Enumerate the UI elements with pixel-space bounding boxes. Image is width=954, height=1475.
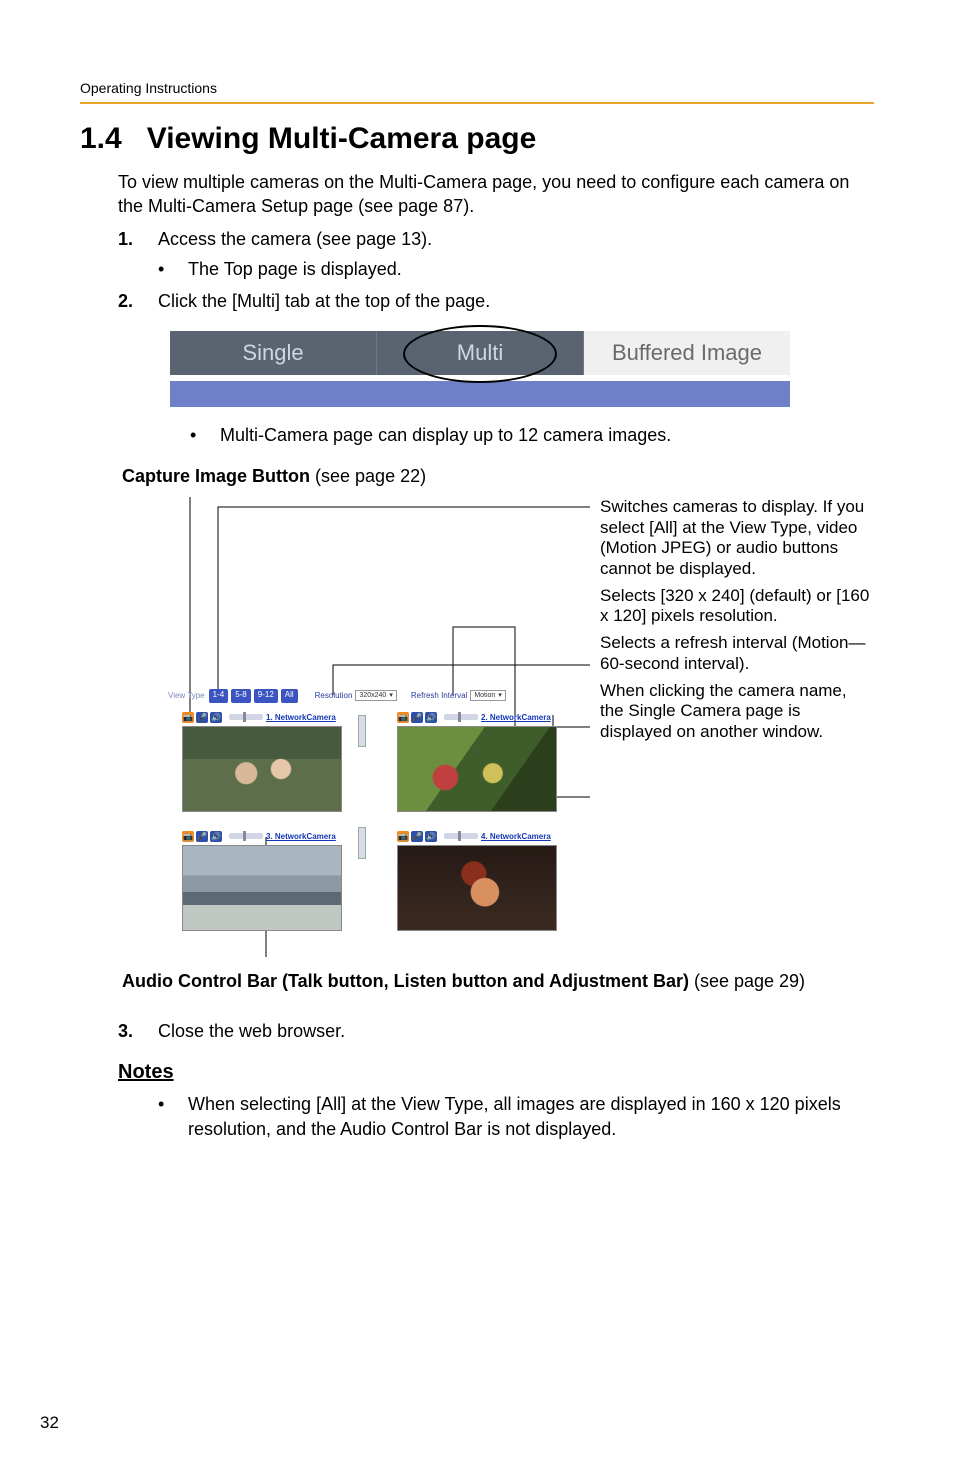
bullet-dot: • bbox=[158, 257, 188, 281]
callout-camera-name: When clicking the camera name, the Singl… bbox=[600, 681, 874, 743]
step-3-number: 3. bbox=[118, 1019, 158, 1043]
volume-slider[interactable] bbox=[229, 714, 263, 720]
capture-icon[interactable]: 📷 bbox=[182, 831, 194, 842]
capture-image-caption-bold: Capture Image Button bbox=[122, 466, 310, 486]
step-1-subtext: The Top page is displayed. bbox=[188, 257, 402, 281]
tab-single-label: Single bbox=[242, 340, 303, 366]
camera-1-thumbnail bbox=[182, 726, 342, 812]
camera-cell-4: 📷 🎤 🔊 4. NetworkCamera bbox=[397, 830, 570, 931]
callout-refresh-interval: Selects a refresh interval (Motion—60-se… bbox=[600, 633, 874, 674]
talk-icon[interactable]: 🎤 bbox=[411, 831, 423, 842]
tabs-screenshot: Single Multi Buffered Image bbox=[170, 331, 790, 407]
tabs-accent-bar bbox=[170, 381, 790, 407]
volume-slider[interactable] bbox=[444, 833, 478, 839]
resolution-label: Resolution bbox=[315, 689, 353, 703]
camera-cell-3: 📷 🎤 🔊 3. NetworkCamera bbox=[182, 830, 355, 931]
header-rule bbox=[80, 102, 874, 104]
multi-camera-figure: View Type 1-4 5-8 9-12 All Resolution 32… bbox=[158, 497, 590, 947]
step-2-bullet-text: Multi-Camera page can display up to 12 c… bbox=[220, 423, 671, 447]
note-1-text: When selecting [All] at the View Type, a… bbox=[188, 1092, 874, 1141]
camera-2-thumbnail bbox=[397, 726, 557, 812]
view-type-1-4[interactable]: 1-4 bbox=[209, 689, 229, 703]
talk-icon[interactable]: 🎤 bbox=[196, 712, 208, 723]
section-number: 1.4 bbox=[80, 122, 122, 155]
capture-icon[interactable]: 📷 bbox=[182, 712, 194, 723]
step-1-number: 1. bbox=[118, 227, 158, 251]
refresh-interval-dropdown[interactable]: Motion bbox=[470, 690, 506, 701]
step-2-number: 2. bbox=[118, 289, 158, 313]
capture-image-caption: Capture Image Button (see page 22) bbox=[122, 466, 874, 487]
resolution-dropdown[interactable]: 320x240 bbox=[355, 690, 396, 701]
multiview-controls-row: View Type 1-4 5-8 9-12 All Resolution 32… bbox=[168, 689, 580, 703]
talk-icon[interactable]: 🎤 bbox=[411, 712, 423, 723]
step-2-text: Click the [Multi] tab at the top of the … bbox=[158, 289, 874, 313]
step-3-text: Close the web browser. bbox=[158, 1019, 874, 1043]
camera-3-thumbnail bbox=[182, 845, 342, 931]
tab-multi[interactable]: Multi bbox=[376, 331, 583, 375]
section-title-text: Viewing Multi-Camera page bbox=[147, 122, 537, 155]
camera-4-link[interactable]: 4. NetworkCamera bbox=[481, 832, 551, 841]
camera-cell-2: 📷 🎤 🔊 2. NetworkCamera bbox=[397, 711, 570, 812]
notes-heading: Notes bbox=[118, 1061, 874, 1084]
page-number: 32 bbox=[40, 1413, 59, 1433]
listen-icon[interactable]: 🔊 bbox=[210, 831, 222, 842]
step-1: 1. Access the camera (see page 13). bbox=[118, 227, 874, 251]
audio-caption-bold: Audio Control Bar (Talk button, Listen b… bbox=[122, 971, 689, 991]
camera-1-link[interactable]: 1. NetworkCamera bbox=[266, 713, 336, 722]
bullet-dot: • bbox=[158, 1092, 188, 1141]
volume-slider[interactable] bbox=[444, 714, 478, 720]
tab-buffered-label: Buffered Image bbox=[612, 340, 762, 366]
running-header: Operating Instructions bbox=[80, 80, 874, 96]
callout-resolution: Selects [320 x 240] (default) or [160 x … bbox=[600, 586, 874, 627]
tab-buffered-image[interactable]: Buffered Image bbox=[583, 331, 790, 375]
refresh-interval-label: Refresh Interval bbox=[411, 689, 467, 703]
step-1-subbullet: • The Top page is displayed. bbox=[158, 257, 874, 281]
view-type-9-12[interactable]: 9-12 bbox=[254, 689, 278, 703]
callout-column: Switches cameras to display. If you sele… bbox=[590, 497, 874, 947]
listen-icon[interactable]: 🔊 bbox=[425, 831, 437, 842]
step-2: 2. Click the [Multi] tab at the top of t… bbox=[118, 289, 874, 313]
tab-single[interactable]: Single bbox=[170, 331, 376, 375]
section-heading: 1.4 Viewing Multi-Camera page bbox=[80, 122, 874, 156]
view-type-all[interactable]: All bbox=[281, 689, 298, 703]
listen-icon[interactable]: 🔊 bbox=[425, 712, 437, 723]
camera-4-thumbnail bbox=[397, 845, 557, 931]
talk-icon[interactable]: 🎤 bbox=[196, 831, 208, 842]
capture-icon[interactable]: 📷 bbox=[397, 712, 409, 723]
view-type-label: View Type bbox=[168, 689, 205, 703]
tab-multi-label: Multi bbox=[457, 340, 503, 366]
intro-paragraph: To view multiple cameras on the Multi-Ca… bbox=[118, 170, 874, 219]
note-1: • When selecting [All] at the View Type,… bbox=[158, 1092, 874, 1141]
audio-caption-rest: (see page 29) bbox=[689, 971, 805, 991]
callout-view-type: Switches cameras to display. If you sele… bbox=[600, 497, 874, 580]
capture-image-caption-rest: (see page 22) bbox=[310, 466, 426, 486]
view-type-5-8[interactable]: 5-8 bbox=[231, 689, 251, 703]
camera-3-link[interactable]: 3. NetworkCamera bbox=[266, 832, 336, 841]
step-2-bullet: • Multi-Camera page can display up to 12… bbox=[190, 423, 874, 447]
capture-icon[interactable]: 📷 bbox=[397, 831, 409, 842]
listen-icon[interactable]: 🔊 bbox=[210, 712, 222, 723]
step-3: 3. Close the web browser. bbox=[118, 1019, 874, 1043]
camera-2-link[interactable]: 2. NetworkCamera bbox=[481, 713, 551, 722]
step-1-text: Access the camera (see page 13). bbox=[158, 227, 874, 251]
bullet-dot: • bbox=[190, 423, 220, 447]
audio-control-caption: Audio Control Bar (Talk button, Listen b… bbox=[122, 969, 874, 993]
camera-cell-1: 📷 🎤 🔊 1. NetworkCamera bbox=[182, 711, 355, 812]
volume-slider[interactable] bbox=[229, 833, 263, 839]
